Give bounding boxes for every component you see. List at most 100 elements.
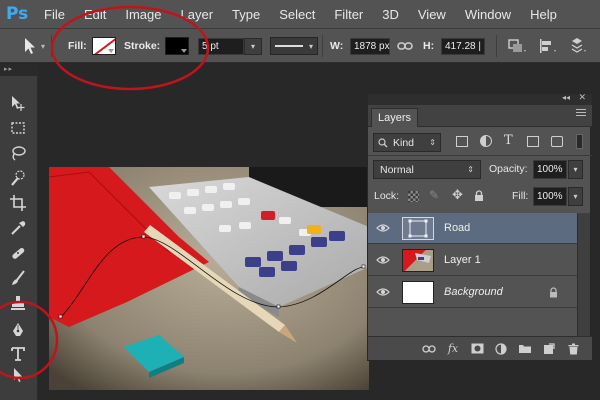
menu-edit[interactable]: Edit: [84, 7, 106, 22]
stroke-swatch[interactable]: [165, 37, 189, 55]
filter-pixel-icon[interactable]: [456, 136, 468, 147]
layers-action-bar: fx: [368, 336, 592, 360]
stroke-type-dropdown[interactable]: ▾: [270, 37, 318, 55]
path-operations-icon: [508, 39, 526, 52]
menu-help[interactable]: Help: [530, 7, 557, 22]
menu-image[interactable]: Image: [125, 7, 161, 22]
photoshop-logo: Ps: [6, 4, 29, 24]
path-operations-button[interactable]: [507, 29, 527, 63]
close-panel-icon[interactable]: ✕: [578, 92, 586, 103]
filter-kind-dropdown[interactable]: Kind ⇕: [373, 133, 441, 152]
healing-brush-icon: [12, 247, 25, 259]
panel-menu-icon[interactable]: [576, 109, 586, 119]
brush-icon: [12, 270, 25, 285]
marquee-tool[interactable]: [6, 116, 30, 140]
eyedropper-icon: [11, 221, 26, 235]
eyedropper-tool[interactable]: [6, 216, 30, 240]
lock-position-icon[interactable]: ✥: [452, 187, 463, 203]
menu-filter[interactable]: Filter: [334, 7, 363, 22]
shape-path-thumbnail: [402, 217, 434, 240]
new-layer-icon[interactable]: [542, 342, 556, 356]
fx-icon[interactable]: fx: [446, 342, 460, 356]
panel-divider: [368, 155, 592, 156]
filter-shape-icon[interactable]: [527, 136, 539, 147]
tool-preset-picker[interactable]: ▾: [22, 29, 45, 63]
layer-filter-row: Kind ⇕ T: [368, 131, 592, 155]
trash-icon[interactable]: [566, 342, 580, 356]
stamp-tool[interactable]: [6, 291, 30, 315]
lasso-tool[interactable]: [6, 141, 30, 165]
layers-scrollbar[interactable]: [577, 213, 590, 341]
options-bar: ▾ Fill: Stroke: 5 pt ▾ ▾ W: 1878 px H: 4…: [0, 29, 600, 63]
move-tool[interactable]: [6, 91, 30, 115]
filter-toggle-switch[interactable]: [576, 134, 583, 149]
panel-title-strip: ◂◂ ✕: [368, 92, 592, 105]
healing-brush-tool[interactable]: [6, 241, 30, 265]
filter-adjustment-icon[interactable]: [480, 135, 492, 147]
lasso-icon: [12, 146, 26, 161]
lock-image-pixels-icon[interactable]: ✎: [429, 188, 439, 202]
menu-type[interactable]: Type: [232, 7, 260, 22]
brush-tool[interactable]: [6, 266, 30, 290]
mask-icon[interactable]: [470, 342, 484, 356]
stroke-line-preview: [275, 45, 303, 47]
width-field[interactable]: 1878 px: [350, 37, 390, 55]
layer-row[interactable]: Layer 1: [368, 245, 578, 276]
filter-smart-object-icon[interactable]: [551, 136, 563, 147]
visibility-eye-icon[interactable]: [376, 286, 390, 298]
menu-select[interactable]: Select: [279, 7, 315, 22]
collapse-panel-icon[interactable]: ◂◂: [562, 93, 570, 102]
visibility-eye-icon[interactable]: [376, 254, 390, 266]
type-tool[interactable]: [6, 342, 30, 366]
blend-row: Normal ⇕ Opacity: 100% ▾: [368, 158, 592, 182]
photo-illustration: [49, 167, 369, 390]
stroke-width-dropdown[interactable]: ▾: [244, 37, 262, 55]
path-alignment-button[interactable]: [538, 29, 558, 63]
width-label: W:: [330, 40, 344, 52]
layer-name: Background: [444, 286, 503, 298]
options-separator: [51, 35, 52, 57]
fill-swatch[interactable]: [92, 37, 116, 55]
menu-layer[interactable]: Layer: [181, 7, 214, 22]
opacity-label: Opacity:: [489, 163, 528, 175]
height-field[interactable]: 417.28 |: [441, 37, 485, 55]
path-selection-icon: [14, 368, 22, 382]
options-separator: [322, 35, 323, 57]
link-icon[interactable]: [422, 342, 436, 356]
adjustment-icon[interactable]: [494, 342, 508, 356]
clone-stamp-icon: [11, 296, 25, 310]
lock-all-icon[interactable]: [474, 190, 484, 202]
tab-layers[interactable]: Layers: [371, 108, 419, 127]
lock-transparent-pixels-icon[interactable]: [408, 191, 419, 202]
path-selection-tool[interactable]: [6, 364, 30, 388]
fill-dropdown[interactable]: ▾: [568, 187, 583, 206]
quick-selection-tool[interactable]: [6, 166, 30, 190]
stroke-dropdown-indicator: [181, 49, 187, 53]
folder-icon[interactable]: [518, 342, 532, 356]
layer-row[interactable]: Background: [368, 277, 578, 308]
blend-mode-dropdown[interactable]: Normal ⇕: [373, 160, 481, 179]
lock-label: Lock:: [374, 190, 400, 202]
link-dimensions-button[interactable]: [397, 29, 413, 63]
tools-panel-collapse[interactable]: ▸▸: [0, 64, 37, 76]
opacity-dropdown[interactable]: ▾: [568, 160, 583, 179]
filter-type-icon[interactable]: T: [504, 133, 513, 148]
menu-window[interactable]: Window: [465, 7, 511, 22]
menu-view[interactable]: View: [418, 7, 446, 22]
menu-file[interactable]: File: [44, 7, 65, 22]
stroke-width-field[interactable]: 5 pt: [198, 37, 244, 55]
menu-3d[interactable]: 3D: [382, 7, 399, 22]
visibility-eye-icon[interactable]: [376, 222, 390, 234]
path-arrangement-button[interactable]: [568, 29, 588, 63]
crop-tool[interactable]: [6, 191, 30, 215]
document-image[interactable]: [49, 167, 369, 390]
pen-icon: [13, 323, 23, 336]
blend-mode-value: Normal: [380, 163, 414, 176]
options-separator: [496, 35, 497, 57]
filter-kind-label: Kind: [393, 136, 415, 149]
layer-row[interactable]: Road: [368, 213, 578, 244]
pen-tool[interactable]: [6, 318, 30, 342]
fill-field[interactable]: 100%: [533, 187, 567, 206]
lock-row: Lock: ✎ ✥ Fill: 100% ▾: [368, 185, 592, 209]
opacity-field[interactable]: 100%: [533, 160, 567, 179]
